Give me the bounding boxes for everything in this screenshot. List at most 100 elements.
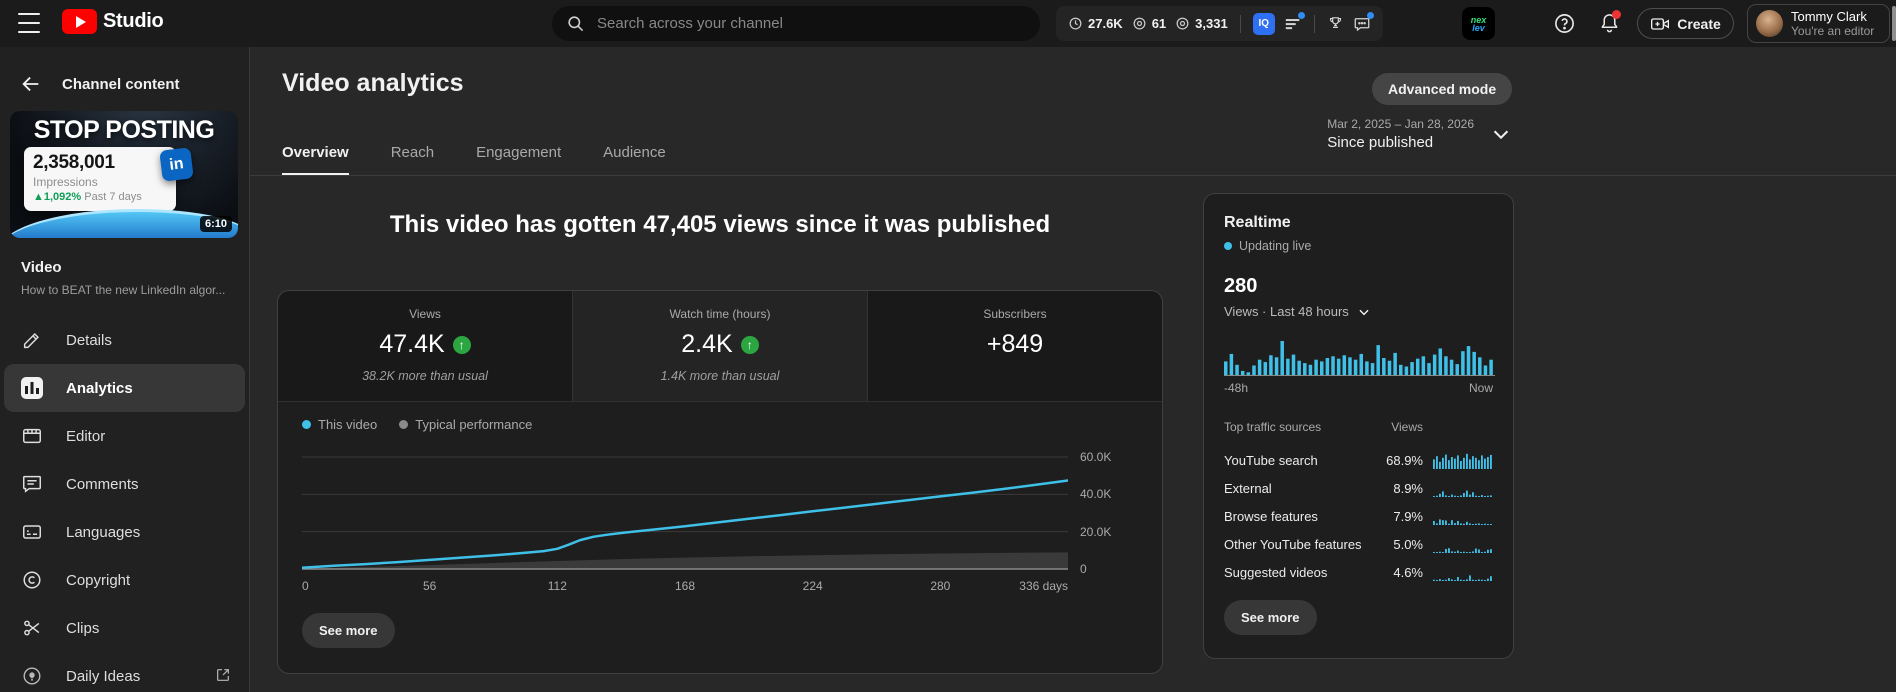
divider bbox=[1313, 14, 1315, 33]
metric-cards: Views 47.4K ↑ 38.2K more than usual Watch… bbox=[278, 291, 1162, 402]
realtime-bar-chart[interactable] bbox=[1224, 339, 1495, 376]
chat-bubble-icon[interactable] bbox=[1353, 11, 1374, 33]
tab-engagement[interactable]: Engagement bbox=[476, 144, 561, 176]
topbar: Studio 27.6K 61 3,331 IQ bbox=[0, 0, 1896, 47]
scrollbar-thumb[interactable] bbox=[1892, 6, 1896, 41]
traffic-row-other-youtube-features[interactable]: Other YouTube features 5.0% bbox=[1224, 530, 1493, 558]
updating-live: Updating live bbox=[1224, 239, 1493, 253]
legend-typical-performance[interactable]: Typical performance bbox=[399, 417, 532, 432]
y-axis-labels: 0 20.0K 40.0K 60.0K bbox=[1080, 450, 1112, 576]
performance-line-chart[interactable] bbox=[302, 443, 1068, 571]
avatar bbox=[1756, 10, 1783, 37]
sidebar-menu: Details Analytics Editor Comments Langua… bbox=[0, 316, 249, 692]
views-icon bbox=[1132, 16, 1147, 31]
vidiq-icon[interactable]: IQ bbox=[1252, 12, 1275, 35]
realtime-see-more-button[interactable]: See more bbox=[1224, 600, 1317, 635]
traffic-row-external[interactable]: External 8.9% bbox=[1224, 474, 1493, 502]
sidebar: Channel content STOP POSTING 2,358,001 I… bbox=[0, 47, 250, 692]
x-axis-labels: 0 56 112 168 224 280 336 days bbox=[302, 579, 1068, 593]
sidebar-item-copyright[interactable]: Copyright bbox=[0, 556, 249, 604]
live-dot-icon bbox=[1224, 242, 1232, 250]
nexlev-logo[interactable]: nex lev bbox=[1462, 7, 1495, 40]
subscribers-stat[interactable]: 3,331 bbox=[1175, 16, 1228, 31]
traffic-row-suggested-videos[interactable]: Suggested videos 4.6% bbox=[1224, 558, 1493, 586]
sidebar-item-comments[interactable]: Comments bbox=[0, 460, 249, 508]
sparkline bbox=[1433, 575, 1492, 581]
user-name: Tommy Clark bbox=[1791, 9, 1867, 24]
sidebar-item-editor[interactable]: Editor bbox=[0, 412, 249, 460]
pencil-icon bbox=[20, 329, 44, 351]
date-mode-text: Since published bbox=[1327, 134, 1434, 151]
date-range-text: Mar 2, 2025 – Jan 28, 2026 bbox=[1327, 117, 1474, 131]
sidebar-item-languages[interactable]: Languages bbox=[0, 508, 249, 556]
video-thumbnail[interactable]: STOP POSTING 2,358,001 Impressions ▲1,09… bbox=[10, 111, 238, 238]
user-role: You're an editor bbox=[1791, 24, 1875, 38]
back-arrow-icon bbox=[20, 73, 42, 95]
sidebar-video-title: How to BEAT the new LinkedIn algor... bbox=[21, 283, 226, 297]
trend-up-icon: ↑ bbox=[452, 335, 471, 354]
clips-scissors-icon bbox=[20, 617, 44, 639]
analytics-card: Views 47.4K ↑ 38.2K more than usual Watch… bbox=[277, 290, 1163, 674]
comments-icon bbox=[20, 473, 44, 495]
views-icon bbox=[1175, 16, 1190, 31]
notifications-bell-icon[interactable] bbox=[1598, 10, 1621, 34]
realtime-title: Realtime bbox=[1224, 214, 1291, 231]
search-input[interactable] bbox=[595, 14, 1026, 33]
sidebar-item-analytics[interactable]: Analytics bbox=[4, 364, 245, 412]
legend-this-video[interactable]: This video bbox=[302, 417, 377, 432]
create-button[interactable]: Create bbox=[1637, 8, 1734, 39]
traffic-table-header: Top traffic sources Views bbox=[1224, 420, 1423, 434]
metric-views[interactable]: Views 47.4K ↑ 38.2K more than usual bbox=[278, 291, 573, 401]
traffic-row-browse-features[interactable]: Browse features 7.9% bbox=[1224, 502, 1493, 530]
trend-up-icon: ↑ bbox=[740, 335, 759, 354]
youtube-studio-app: Studio 27.6K 61 3,331 IQ bbox=[0, 0, 1896, 692]
account-chip[interactable]: Tommy Clark You're an editor bbox=[1747, 4, 1890, 43]
sort-lines-icon[interactable] bbox=[1284, 11, 1305, 33]
see-more-button[interactable]: See more bbox=[302, 613, 395, 648]
tab-reach[interactable]: Reach bbox=[391, 144, 434, 176]
main-content: Video analytics Advanced mode Overview R… bbox=[250, 47, 1896, 692]
realtime-count: 280 bbox=[1224, 275, 1258, 297]
sidebar-item-daily-ideas[interactable]: Daily Ideas bbox=[0, 652, 249, 692]
views-per-hour-stat[interactable]: 61 bbox=[1132, 16, 1166, 31]
copyright-icon bbox=[20, 569, 44, 591]
advanced-mode-button[interactable]: Advanced mode bbox=[1372, 73, 1513, 105]
chevron-down-icon bbox=[1357, 305, 1371, 319]
realtime-count-label[interactable]: Views · Last 48 hours bbox=[1224, 304, 1493, 319]
back-label: Channel content bbox=[62, 75, 180, 93]
create-video-icon bbox=[1650, 15, 1670, 33]
analytics-tabs: Overview Reach Engagement Audience bbox=[282, 144, 666, 176]
sidebar-item-details[interactable]: Details bbox=[0, 316, 249, 364]
trophy-icon[interactable] bbox=[1327, 15, 1344, 32]
search-bar[interactable] bbox=[552, 6, 1040, 41]
back-to-channel-content[interactable]: Channel content bbox=[20, 73, 180, 95]
watch-hours-stat[interactable]: 27.6K bbox=[1068, 16, 1123, 31]
linkedin-logo: in bbox=[159, 147, 194, 182]
realtime-axis: -48h Now bbox=[1224, 381, 1493, 395]
metric-subscribers[interactable]: Subscribers +849 bbox=[868, 291, 1162, 401]
help-icon[interactable] bbox=[1553, 12, 1576, 35]
analytics-icon bbox=[20, 377, 44, 399]
sparkline bbox=[1433, 490, 1492, 497]
chart-legend: This video Typical performance bbox=[302, 417, 532, 432]
extension-statsbar: 27.6K 61 3,331 IQ bbox=[1056, 6, 1383, 41]
sparkline bbox=[1433, 453, 1492, 469]
studio-brand[interactable]: Studio bbox=[62, 9, 164, 34]
tabs-divider bbox=[250, 175, 1896, 176]
divider bbox=[1239, 14, 1241, 33]
metric-watch-time[interactable]: Watch time (hours) 2.4K ↑ 1.4K more than … bbox=[573, 291, 868, 401]
hamburger-menu-icon[interactable] bbox=[18, 13, 40, 33]
sidebar-item-clips[interactable]: Clips bbox=[0, 604, 249, 652]
brand-name: Studio bbox=[103, 10, 164, 32]
sidebar-section-title: Video bbox=[21, 259, 62, 276]
search-icon bbox=[566, 14, 585, 33]
tab-overview[interactable]: Overview bbox=[282, 144, 349, 176]
daily-ideas-icon bbox=[20, 665, 44, 687]
youtube-logo-icon bbox=[62, 9, 97, 34]
clock-icon bbox=[1068, 16, 1083, 31]
date-range-selector[interactable]: Mar 2, 2025 – Jan 28, 2026 Since publish… bbox=[1327, 117, 1512, 151]
external-link-icon bbox=[215, 667, 231, 683]
traffic-row-youtube-search[interactable]: YouTube search 68.9% bbox=[1224, 446, 1493, 474]
tab-audience[interactable]: Audience bbox=[603, 144, 666, 176]
video-duration-badge: 6:10 bbox=[199, 216, 232, 232]
